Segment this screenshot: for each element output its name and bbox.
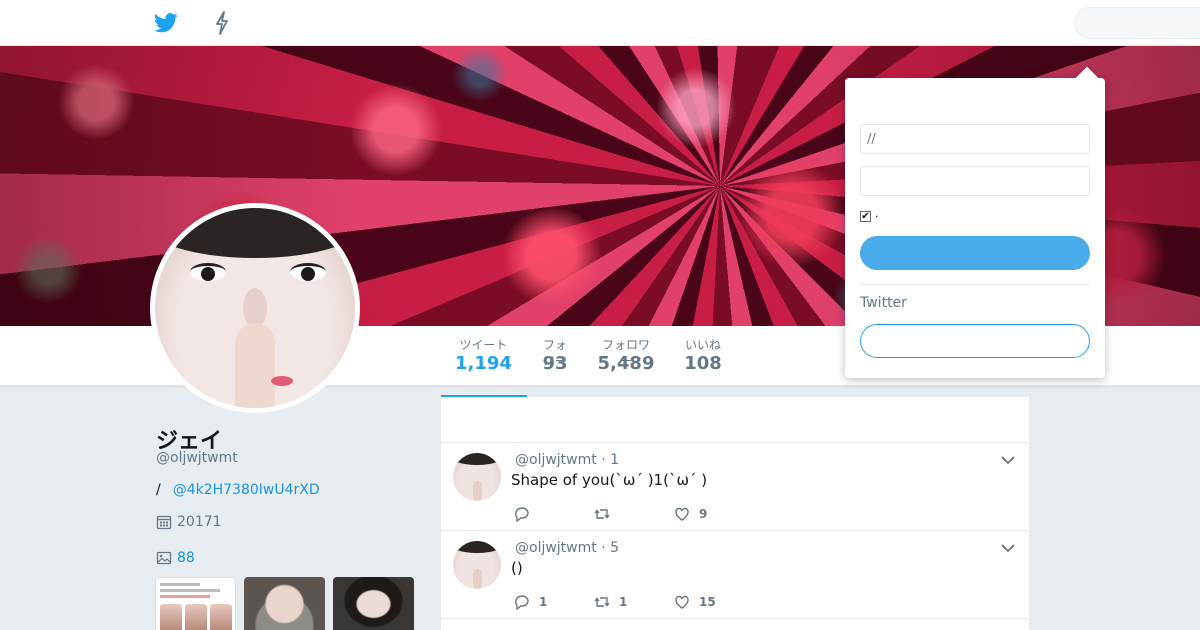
reply-button[interactable]: 1 xyxy=(513,593,547,611)
reply-icon xyxy=(515,595,529,611)
like-button[interactable]: 9 xyxy=(673,505,707,523)
chevron-down-icon[interactable] xyxy=(1001,543,1015,553)
tweet-actions: 9 xyxy=(513,505,733,525)
stat-label: フォロー xyxy=(542,338,567,368)
twitter-bird-icon[interactable] xyxy=(154,12,178,34)
media-thumbnail[interactable] xyxy=(155,577,236,630)
media-thumbnails xyxy=(155,577,414,630)
stat-following[interactable]: フォロー 93 xyxy=(540,337,570,375)
username-field[interactable] xyxy=(860,124,1090,154)
photos-videos-link[interactable]: 88 xyxy=(156,550,195,566)
password-field[interactable] xyxy=(860,166,1090,196)
reply-icon xyxy=(515,507,529,523)
moments-bolt-icon[interactable] xyxy=(212,11,232,35)
remember-label: · xyxy=(875,210,879,223)
profile-location: / @4k2H7380IwU4rXD xyxy=(156,482,320,498)
like-count: 15 xyxy=(699,595,716,609)
login-button[interactable] xyxy=(860,236,1090,270)
remember-me[interactable]: ✔ · xyxy=(860,210,879,223)
chevron-down-icon[interactable] xyxy=(1001,455,1015,465)
like-count: 9 xyxy=(699,507,708,521)
heart-icon xyxy=(675,595,689,609)
profile-handle[interactable]: @oljwjtwmt xyxy=(156,450,238,466)
search-input[interactable] xyxy=(1074,7,1200,39)
tweet-avatar[interactable] xyxy=(453,453,501,501)
tweet-text: Shape of you(`ω´ )1(`ω´ ) xyxy=(511,471,708,489)
stat-value: 93 xyxy=(542,353,568,374)
stat-value: 108 xyxy=(684,353,722,374)
signup-button[interactable] xyxy=(860,324,1090,358)
stat-followers[interactable]: フォロワー 5,489 xyxy=(597,337,655,375)
media-thumbnail[interactable] xyxy=(244,577,325,630)
location-prefix: / xyxy=(156,482,161,498)
tweet-text: () xyxy=(511,559,523,577)
popup-divider xyxy=(860,284,1090,285)
timeline: @oljwjtwmt · 1 Shape of you(`ω´ )1(`ω´ )… xyxy=(441,397,1029,630)
avatar-photo xyxy=(155,208,355,408)
calendar-icon xyxy=(156,515,172,530)
login-popup: ✔ · Twitter xyxy=(845,78,1105,378)
retweet-icon xyxy=(594,597,610,607)
tweet[interactable]: @oljwjtwmt · 1 Shape of you(`ω´ )1(`ω´ )… xyxy=(441,443,1029,531)
location-link[interactable]: @4k2H7380IwU4rXD xyxy=(173,482,320,498)
stat-likes[interactable]: いいね 108 xyxy=(684,337,722,375)
like-button[interactable]: 15 xyxy=(673,593,716,611)
media-count: 88 xyxy=(177,550,195,566)
profile-joined: 20171 xyxy=(156,514,222,530)
tweet-meta[interactable]: @oljwjtwmt · 5 xyxy=(515,540,619,556)
tweet[interactable]: @oljwjtwmt · 5 () 1 1 15 xyxy=(441,531,1029,619)
stat-value: 5,489 xyxy=(597,353,655,374)
stat-value: 1,194 xyxy=(455,353,512,374)
image-icon xyxy=(156,551,172,565)
joined-date: 20171 xyxy=(177,514,222,530)
avatar[interactable] xyxy=(150,203,360,413)
heart-icon xyxy=(675,507,689,521)
stat-label: ツイート xyxy=(459,338,508,352)
retweet-icon xyxy=(594,509,610,519)
stat-tweets[interactable]: ツイート 1,194 xyxy=(455,337,512,375)
remember-checkbox[interactable]: ✔ xyxy=(860,211,871,222)
retweet-button[interactable] xyxy=(593,505,619,523)
timeline-header xyxy=(441,397,1029,443)
retweet-count: 1 xyxy=(619,595,628,609)
stat-label: いいね xyxy=(684,338,721,352)
top-navigation xyxy=(0,0,1200,46)
tweet-actions: 1 1 15 xyxy=(513,593,733,613)
tweet-meta[interactable]: @oljwjtwmt · 1 xyxy=(515,452,619,468)
reply-button[interactable] xyxy=(513,505,539,523)
retweet-button[interactable]: 1 xyxy=(593,593,627,611)
new-to-twitter-label: Twitter xyxy=(860,295,907,311)
reply-count: 1 xyxy=(539,595,548,609)
stat-label: フォロワー xyxy=(601,338,650,368)
media-thumbnail[interactable] xyxy=(333,577,414,630)
tweet-avatar[interactable] xyxy=(453,541,501,589)
